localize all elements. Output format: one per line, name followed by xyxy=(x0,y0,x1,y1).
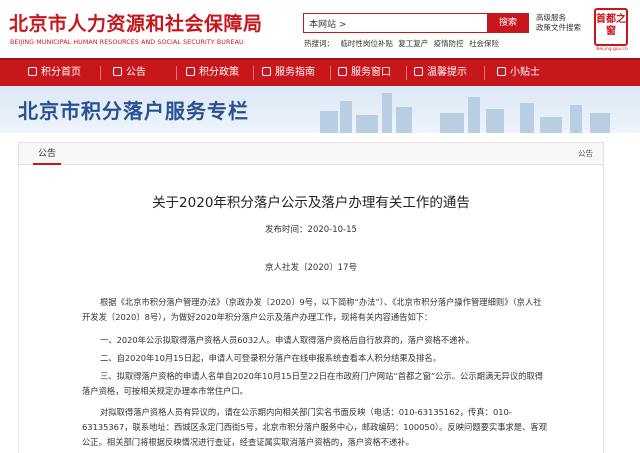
skyline-building xyxy=(590,113,610,133)
nav-item-policy[interactable]: 积分政策 xyxy=(186,60,239,86)
article-paragraph: 一、2020年公示拟取得落户资格人员6032人。申请人取得落户资格后自行放弃的，… xyxy=(100,335,475,345)
reminder-icon xyxy=(414,67,423,76)
skyline-building xyxy=(382,93,392,133)
guide-icon xyxy=(262,67,271,76)
capital-window-seal-icon[interactable]: 首都之窗 xyxy=(594,8,628,46)
nav-item-points-home[interactable]: 积分首页 xyxy=(28,60,81,86)
nav-divider xyxy=(484,66,485,80)
article-paragraph: 三、拟取得落户资格的申请人名单自2020年10月15日至22日在市政府门户网站“… xyxy=(82,371,544,396)
section-banner: 北京市积分落户服务专栏 xyxy=(0,86,640,133)
main-nav: 积分首页 公告 积分政策 服务指南 服务窗口 温馨提示 小贴士 xyxy=(0,58,640,86)
policy-search-link[interactable]: 政策文件搜索 xyxy=(536,23,581,33)
search-button[interactable]: 搜索 xyxy=(487,13,529,33)
nav-divider xyxy=(176,66,177,80)
advanced-links: 高级服务 政策文件搜索 xyxy=(536,13,581,33)
breadcrumb[interactable]: 公告 xyxy=(578,143,593,165)
nav-item-label: 服务指南 xyxy=(275,67,315,78)
skyline-building xyxy=(468,97,480,133)
skyline-building xyxy=(486,109,504,133)
nav-item-tips[interactable]: 小贴士 xyxy=(497,60,540,86)
panel-header: 公告 公告 xyxy=(19,143,603,165)
nav-item-label: 温馨提示 xyxy=(427,67,467,78)
nav-item-label: 服务窗口 xyxy=(351,67,391,78)
banner-title: 北京市积分落户服务专栏 xyxy=(18,99,249,123)
hot-search-label: 热搜词： xyxy=(304,39,334,48)
hot-word-link[interactable]: 疫情防控 xyxy=(434,39,464,48)
site-logo-title[interactable]: 北京市人力资源和社会保障局 xyxy=(9,9,263,36)
search-input[interactable]: 本网站 > xyxy=(303,13,488,33)
skyline-building xyxy=(540,117,562,133)
skyline-building xyxy=(396,107,412,133)
skyline-building xyxy=(356,115,378,133)
nav-item-service-guide[interactable]: 服务指南 xyxy=(262,60,315,86)
policy-icon xyxy=(186,67,195,76)
advanced-search-link[interactable]: 高级服务 xyxy=(536,13,581,23)
home-icon xyxy=(28,67,37,76)
nav-item-label: 积分首页 xyxy=(41,67,81,78)
article-paragraph: 对拟取得落户资格人员有异议的，请在公示期内向相关部门实名书面反映（电话：010-… xyxy=(82,407,547,447)
skyline-building xyxy=(570,105,582,133)
hot-word-link[interactable]: 临时性岗位补贴 xyxy=(340,39,393,48)
window-icon xyxy=(338,67,347,76)
article-paragraph: 根据《北京市积分落户管理办法》（京政办发〔2020〕9号，以下简称“办法”）、《… xyxy=(82,297,542,322)
seal-text: 首都之窗 xyxy=(596,14,626,37)
article-date: 发布时间：2020-10-15 xyxy=(265,225,357,235)
tab-announcements[interactable]: 公告 xyxy=(33,143,62,165)
hot-search-words: 热搜词： 临时性岗位补贴 复工复产 疫情防控 社会保险 xyxy=(304,38,502,49)
skyline-building xyxy=(520,103,534,133)
nav-item-label: 积分政策 xyxy=(199,67,239,78)
nav-item-service-window[interactable]: 服务窗口 xyxy=(338,60,391,86)
nav-item-reminders[interactable]: 温馨提示 xyxy=(414,60,467,86)
nav-divider xyxy=(100,66,101,80)
nav-item-label: 小贴士 xyxy=(510,67,540,78)
article-title: 关于2020年积分落户公示及落户办理有关工作的通告 xyxy=(152,195,470,211)
site-header: 北京市人力资源和社会保障局 BEIJING MUNICIPAL HUMAN RE… xyxy=(0,0,640,58)
announcement-icon xyxy=(113,67,122,76)
tips-icon xyxy=(497,67,506,76)
article-doc-number: 京人社发〔2020〕17号 xyxy=(265,263,357,273)
nav-item-announcements[interactable]: 公告 xyxy=(113,60,146,86)
nav-divider xyxy=(253,66,254,80)
article-panel: 公告 公告 关于2020年积分落户公示及落户办理有关工作的通告 发布时间：202… xyxy=(18,142,604,453)
site-logo-subtitle: BEIJING MUNICIPAL HUMAN RESOURCES AND SO… xyxy=(10,39,244,46)
hot-word-link[interactable]: 社会保险 xyxy=(469,39,499,48)
skyline-building xyxy=(440,113,464,133)
hot-word-link[interactable]: 复工复产 xyxy=(398,39,428,48)
nav-divider xyxy=(330,66,331,80)
search-scope[interactable]: 本网站 > xyxy=(309,20,346,30)
nav-item-label: 公告 xyxy=(126,67,146,78)
skyline-building xyxy=(340,101,352,133)
article-paragraph: 二、自2020年10月15日起，申请人可登录积分落户在线申报系统查看本人积分结果… xyxy=(100,353,441,363)
skyline-building xyxy=(320,111,338,133)
seal-subtitle: Beijing.gov.cn xyxy=(596,47,628,52)
nav-divider xyxy=(406,66,407,80)
